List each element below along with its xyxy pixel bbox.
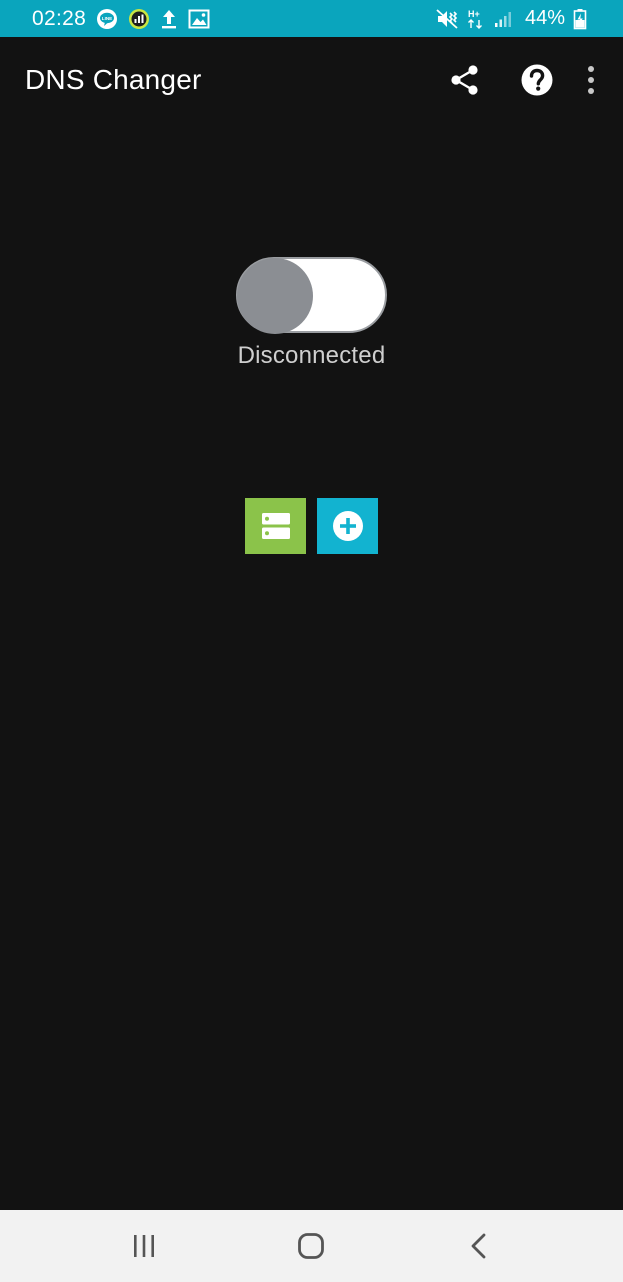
- status-left: 02:28 LINE: [32, 7, 220, 31]
- mute-vibrate-icon: [435, 8, 459, 30]
- server-list-button[interactable]: [245, 498, 306, 554]
- svg-text:LINE: LINE: [102, 15, 112, 20]
- share-icon: [451, 65, 478, 95]
- screen: 02:28 LINE H+ 44% DNS Changer Disconnect…: [0, 0, 623, 1282]
- recent-apps-icon: [133, 1235, 154, 1257]
- help-button[interactable]: [511, 54, 563, 106]
- network-type-label: H+: [468, 9, 480, 19]
- toolbar-actions: [419, 54, 605, 106]
- battery-percent: 44%: [524, 7, 565, 29]
- dns-connect-toggle[interactable]: [236, 257, 387, 334]
- upload-icon: [160, 8, 178, 30]
- status-bar: 02:28 LINE H+ 44%: [0, 0, 623, 37]
- dns-servers-icon: [261, 513, 290, 539]
- chart-notification-icon: [128, 8, 150, 30]
- home-icon: [298, 1233, 325, 1259]
- connection-status: Disconnected: [237, 342, 386, 369]
- home-button[interactable]: [276, 1216, 346, 1276]
- more-options-button[interactable]: [577, 54, 605, 106]
- help-icon: [521, 64, 553, 96]
- back-icon: [471, 1233, 486, 1259]
- image-icon: [188, 9, 210, 29]
- status-right: H+ 44%: [433, 7, 593, 30]
- app-title: DNS Changer: [25, 64, 202, 95]
- more-vert-icon: [588, 66, 594, 94]
- system-nav-bar: [0, 1210, 623, 1282]
- add-dns-button[interactable]: [317, 498, 378, 554]
- share-button[interactable]: [439, 54, 491, 106]
- line-icon: LINE: [96, 8, 118, 30]
- add-circle-icon: [332, 511, 363, 541]
- back-button[interactable]: [444, 1216, 514, 1276]
- status-time: 02:28: [32, 6, 87, 30]
- battery-charging-icon: [573, 8, 587, 30]
- network-hplus-icon: H+: [467, 8, 485, 30]
- recent-apps-button[interactable]: [109, 1216, 179, 1276]
- signal-icon: [493, 9, 513, 29]
- toggle-knob: [237, 258, 313, 334]
- app-toolbar: DNS Changer: [0, 37, 623, 123]
